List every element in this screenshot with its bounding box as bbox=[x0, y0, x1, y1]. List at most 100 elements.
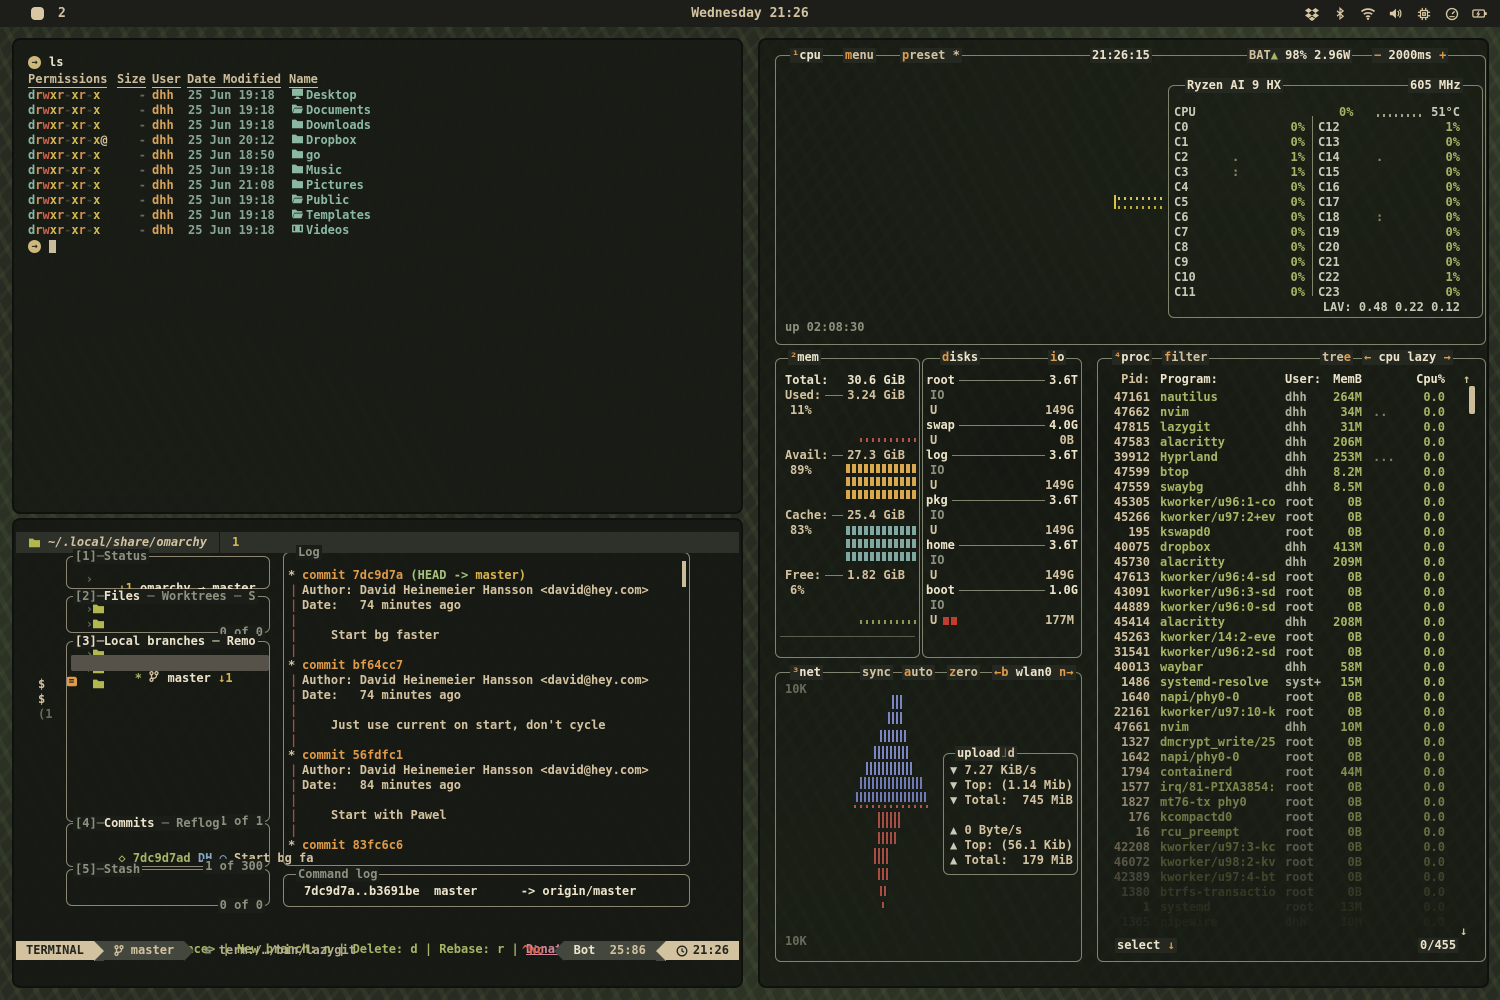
process-mem: 0B bbox=[1315, 885, 1362, 900]
file-row[interactable]: drwxr-xr-x - dhh 25 Jun 19:18 Public bbox=[28, 193, 728, 208]
net-auto-toggle[interactable]: auto bbox=[902, 665, 935, 680]
proc-box-title[interactable]: ⁴proc bbox=[1112, 350, 1152, 365]
file-row[interactable]: drwxr-xr-x - dhh 25 Jun 19:18 Desktop bbox=[28, 88, 728, 103]
process-pid: 43091 bbox=[1105, 585, 1150, 600]
proc-sort-switcher[interactable]: ← cpu lazy → bbox=[1362, 350, 1453, 365]
net-interface-switcher[interactable]: ←b wlan0 n→ bbox=[992, 665, 1076, 680]
process-row[interactable]: 40075 dropbox dhh 413M 0.0 bbox=[1105, 540, 1477, 555]
net-sync-toggle[interactable]: sync bbox=[860, 665, 893, 680]
branch-row-selected[interactable]: * master ↓1 bbox=[71, 655, 269, 671]
process-row[interactable]: 45730 alacritty dhh 209M 0.0 bbox=[1105, 555, 1477, 570]
process-row[interactable]: 42389 kworker/u97:4-bt root 0B 0.0 bbox=[1105, 870, 1477, 885]
process-row[interactable]: 47559 swaybg dhh 8.5M 0.0 bbox=[1105, 480, 1477, 495]
process-row[interactable]: 46072 kworker/u98:2-kv root 0B 0.0 bbox=[1105, 855, 1477, 870]
update-interval-control[interactable]: − 2000ms + bbox=[1372, 48, 1448, 63]
dropbox-icon[interactable] bbox=[1304, 6, 1320, 22]
disks-io-toggle[interactable]: io bbox=[1048, 350, 1066, 365]
panel-branches[interactable]: [3]─Local branches ─ Remo * master ↓1 1 … bbox=[66, 641, 270, 822]
process-row[interactable]: 47161 nautilus dhh 264M 0.0 bbox=[1105, 390, 1477, 405]
permissions: drwxr-xr-x bbox=[28, 193, 100, 208]
file-owner: dhh bbox=[152, 178, 174, 193]
process-row[interactable]: 45266 kworker/u97:2+ev root 0B 0.0 bbox=[1105, 510, 1477, 525]
process-row[interactable]: 39912 Hyprland dhh 253M ... 0.0 bbox=[1105, 450, 1477, 465]
proc-select-hint[interactable]: select ↓ bbox=[1115, 938, 1177, 953]
process-row[interactable]: 42208 kworker/u97:3-kc root 0B 0.0 bbox=[1105, 840, 1477, 855]
panel-status[interactable]: [1]─Status ↓1 omarchy → master bbox=[66, 556, 270, 589]
bluetooth-icon[interactable] bbox=[1332, 6, 1348, 22]
preset-button[interactable]: preset * bbox=[900, 48, 962, 63]
process-row[interactable]: 45305 kworker/u96:1-co root 0B 0.0 bbox=[1105, 495, 1477, 510]
process-row[interactable]: 31541 kworker/u96:2-sd root 0B 0.0 bbox=[1105, 645, 1477, 660]
panel-files[interactable]: [2]─Files ─ Worktrees ─ S 0 of 0 bbox=[66, 596, 270, 633]
shell-prompt-empty[interactable]: → bbox=[28, 240, 56, 253]
net-box-title[interactable]: ³net bbox=[790, 665, 823, 680]
process-name: kworker/14:2-eve bbox=[1160, 630, 1276, 645]
process-mem: 13M bbox=[1315, 900, 1362, 915]
process-row[interactable]: 22161 kworker/u97:10-k root 0B 0.0 bbox=[1105, 705, 1477, 720]
process-row[interactable]: 47815 lazygit dhh 31M 0.0 bbox=[1105, 420, 1477, 435]
log-scrollbar[interactable] bbox=[682, 561, 686, 587]
panel-stash[interactable]: [5]─Stash 0 of 0 bbox=[66, 869, 270, 906]
terminal-ls-window[interactable]: → ls Permissions Size User Date Modified… bbox=[12, 38, 743, 514]
process-row[interactable]: 47613 kworker/u96:4-sd root 0B 0.0 bbox=[1105, 570, 1477, 585]
file-row[interactable]: drwxr-xr-x - dhh 25 Jun 19:18 Videos bbox=[28, 223, 728, 238]
process-row[interactable]: 1642 napi/phy0-0 root 0B 0.0 bbox=[1105, 750, 1477, 765]
explorer-shell-item[interactable]: $ bbox=[38, 692, 45, 707]
explorer-shell-item[interactable]: (1 bbox=[38, 707, 52, 722]
menu-button[interactable]: menu bbox=[843, 48, 876, 63]
process-row[interactable]: 43091 kworker/u96:3-sd root 0B 0.0 bbox=[1105, 585, 1477, 600]
file-row[interactable]: drwxr-xr-x@ - dhh 25 Jun 20:12 Dropbox bbox=[28, 133, 728, 148]
shell-prompt: → ls bbox=[28, 55, 63, 70]
panel-commits[interactable]: [4]─Commits ─ Reflog ◇ 7dc9d7ad DH ○ Sta… bbox=[66, 823, 270, 867]
process-row[interactable]: 45414 alacritty dhh 208M 0.0 bbox=[1105, 615, 1477, 630]
file-row[interactable]: drwxr-xr-x - dhh 25 Jun 19:18 Templates bbox=[28, 208, 728, 223]
wifi-icon[interactable] bbox=[1360, 6, 1376, 22]
process-row[interactable]: 44889 kworker/u96:0-sd root 0B 0.0 bbox=[1105, 600, 1477, 615]
battery-icon[interactable] bbox=[1472, 6, 1488, 22]
process-row[interactable]: 1486 systemd-resolve syst+ 15M 0.0 bbox=[1105, 675, 1477, 690]
process-row[interactable]: 45263 kworker/14:2-eve root 0B 0.0 bbox=[1105, 630, 1477, 645]
process-row[interactable]: 47662 nvim dhh 34M .. 0.0 bbox=[1105, 405, 1477, 420]
process-row[interactable]: 40013 waybar dhh 58M 0.0 bbox=[1105, 660, 1477, 675]
file-row[interactable]: drwxr-xr-x - dhh 25 Jun 21:08 Pictures bbox=[28, 178, 728, 193]
process-row[interactable]: 1305 pipewire dhh 10M 0.0 bbox=[1105, 915, 1477, 930]
process-row[interactable]: 1794 containerd root 44M 0.0 bbox=[1105, 765, 1477, 780]
proc-tree-toggle[interactable]: tree bbox=[1320, 350, 1353, 365]
file-row[interactable]: drwxr-xr-x - dhh 25 Jun 19:18 Documents bbox=[28, 103, 728, 118]
file-name: Videos bbox=[306, 223, 349, 238]
proc-filter-button[interactable]: filter bbox=[1162, 350, 1209, 365]
net-stats-title[interactable]: upload˩d bbox=[955, 746, 1017, 761]
tab-number[interactable]: 1 bbox=[232, 535, 239, 550]
terminal-lazygit-window[interactable]: ~/.local/share/omarchy 1 › › › › bbox=[12, 518, 743, 988]
mem-box-title[interactable]: ²mem bbox=[788, 350, 821, 365]
process-row[interactable]: 47599 btop dhh 8.2M 0.0 bbox=[1105, 465, 1477, 480]
cpu-box-title[interactable]: ¹cpu bbox=[790, 48, 823, 63]
process-row[interactable]: 47661 nvim dhh 10M 0.0 bbox=[1105, 720, 1477, 735]
volume-icon[interactable] bbox=[1388, 6, 1404, 22]
gauge-icon[interactable] bbox=[1444, 6, 1460, 22]
file-row[interactable]: drwxr-xr-x - dhh 25 Jun 18:50 go bbox=[28, 148, 728, 163]
explorer-shell-item[interactable]: $ bbox=[38, 677, 45, 692]
disks-box-title[interactable]: disks bbox=[940, 350, 980, 365]
winbar-divider bbox=[219, 532, 220, 553]
process-row[interactable]: 1577 irq/81-PIXA3854: root 0B 0.0 bbox=[1105, 780, 1477, 795]
process-row[interactable]: 1327 dmcrypt_write/25 root 0B 0.0 bbox=[1105, 735, 1477, 750]
btop-window[interactable]: ¹cpu menu preset * 21:26:15 BAT▲ 98% 2.9… bbox=[758, 38, 1489, 988]
process-row[interactable]: 195 kswapd0 root 0B 0.0 bbox=[1105, 525, 1477, 540]
cpu-frequency: 605 MHz bbox=[1408, 78, 1463, 93]
file-date: 25 Jun 19:18 bbox=[188, 223, 275, 238]
file-row[interactable]: drwxr-xr-x - dhh 25 Jun 19:18 Downloads bbox=[28, 118, 728, 133]
process-row[interactable]: 1640 napi/phy0-0 root 0B 0.0 bbox=[1105, 690, 1477, 705]
file-row[interactable]: drwxr-xr-x - dhh 25 Jun 19:18 Music bbox=[28, 163, 728, 178]
proc-counter: 0/455 bbox=[1418, 938, 1458, 953]
process-row[interactable]: 16 rcu_preempt root 0B 0.0 bbox=[1105, 825, 1477, 840]
net-zero-toggle[interactable]: zero bbox=[947, 665, 980, 680]
process-row[interactable]: 1 systemd root 13M 0.0 bbox=[1105, 900, 1477, 915]
process-mem: 0B bbox=[1315, 645, 1362, 660]
process-row[interactable]: 176 kcompactd0 root 0B 0.0 bbox=[1105, 810, 1477, 825]
process-row[interactable]: 1827 mt76-tx phy0 root 0B 0.0 bbox=[1105, 795, 1477, 810]
chip-icon[interactable] bbox=[1416, 6, 1432, 22]
process-row[interactable]: 1380 btrfs-transactio root 0B 0.0 bbox=[1105, 885, 1477, 900]
process-row[interactable]: 47583 alacritty dhh 206M 0.0 bbox=[1105, 435, 1477, 450]
permissions: drwxr-xr-x bbox=[28, 223, 100, 238]
